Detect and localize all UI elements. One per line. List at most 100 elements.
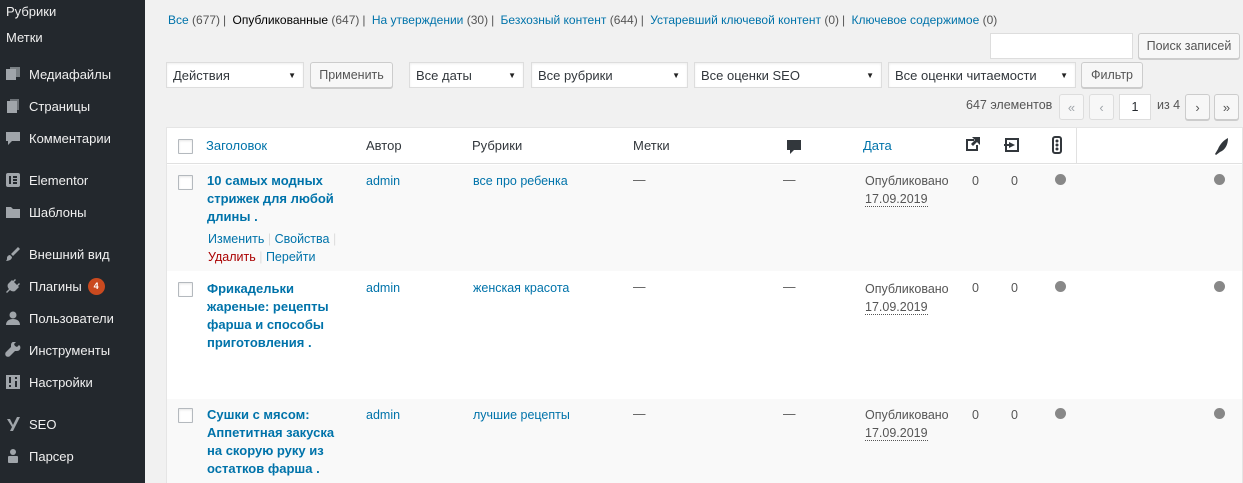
menu-pages[interactable]: Страницы: [4, 94, 145, 118]
post-title-link[interactable]: 10 самых модных стрижек для любой длины …: [207, 172, 337, 226]
menu-label: Пользователи: [29, 310, 114, 326]
menu-label: Плагины: [29, 278, 82, 294]
seo-filter-select[interactable]: Все оценки SEO ▼: [694, 62, 882, 88]
quick-edit-link[interactable]: Свойства: [275, 232, 330, 246]
submenu-categories[interactable]: Рубрики: [6, 4, 56, 19]
elementor-icon: [4, 171, 22, 189]
items-count: 647 элементов: [966, 98, 1053, 112]
seo-score-dot: [1055, 408, 1066, 419]
date-filter-select[interactable]: Все даты ▼: [409, 62, 524, 88]
dropdown-arrow-icon: ▼: [866, 71, 874, 80]
users-icon: [4, 309, 22, 327]
post-author-link[interactable]: admin: [366, 408, 400, 422]
menu-comments[interactable]: Комментарии: [4, 126, 145, 150]
post-tags: —: [633, 407, 646, 421]
comments-column-icon[interactable]: [784, 137, 804, 160]
total-pages: из 4: [1157, 98, 1181, 112]
row-checkbox[interactable]: [178, 175, 193, 190]
table-row: 10 самых модных стрижек для любой длины …: [167, 165, 1242, 271]
status-pending-count: (30): [466, 13, 489, 27]
select-value: Все даты: [416, 67, 472, 83]
menu-settings[interactable]: Настройки: [4, 370, 145, 394]
status-all-count: (677): [192, 13, 221, 27]
links-in-count: 0: [1011, 174, 1018, 188]
menu-templates[interactable]: Шаблоны: [4, 200, 145, 224]
links-in-count: 0: [1011, 281, 1018, 295]
dropdown-arrow-icon: ▼: [288, 71, 296, 80]
post-title-link[interactable]: Сушки с мясом: Аппетитная закуска на ско…: [207, 406, 337, 478]
readability-icon: [1211, 136, 1231, 159]
seo-score-dot: [1055, 281, 1066, 292]
menu-users[interactable]: Пользователи: [4, 306, 145, 330]
menu-media[interactable]: Медиафайлы: [4, 62, 145, 86]
status-orphan-link[interactable]: Безхозный контент: [501, 13, 607, 27]
menu-appearance[interactable]: Внешний вид: [4, 242, 145, 266]
status-stale-link[interactable]: Устаревший ключевой контент: [650, 13, 821, 27]
row-checkbox[interactable]: [178, 282, 193, 297]
status-published-link[interactable]: Опубликованные: [233, 13, 329, 27]
status-filter-links: Все (677) | Опубликованные (647) | На утве…: [168, 13, 998, 27]
menu-label: SEO: [29, 416, 57, 432]
select-value: Действия: [173, 67, 230, 83]
status-pending-link[interactable]: На утверждении: [372, 13, 464, 27]
menu-label: Инструменты: [29, 342, 111, 358]
column-date[interactable]: Дата: [863, 138, 892, 153]
update-count-badge: 4: [87, 277, 105, 295]
post-date: Опубликовано 17.09.2019: [865, 172, 949, 208]
media-icon: [4, 65, 22, 83]
menu-parser[interactable]: Парсер: [4, 444, 145, 468]
readability-filter-select[interactable]: Все оценки читаемости ▼: [888, 62, 1076, 88]
menu-label: Комментарии: [29, 130, 111, 146]
links-out-count: 0: [972, 174, 979, 188]
post-category-link[interactable]: все про ребенка: [473, 174, 568, 188]
seo-score-dot: [1055, 174, 1066, 185]
dropdown-arrow-icon: ▼: [1060, 71, 1068, 80]
status-cornerstone-link[interactable]: Ключевое содержимое: [851, 13, 979, 27]
menu-elementor[interactable]: Elementor: [4, 168, 145, 192]
row-checkbox[interactable]: [178, 408, 193, 423]
parser-icon: [4, 447, 22, 465]
table-header: Заголовок Автор Рубрики Метки Дата: [167, 128, 1242, 164]
column-title[interactable]: Заголовок: [206, 138, 267, 153]
readability-score-dot: [1214, 174, 1225, 185]
post-title-link[interactable]: Фрикадельки жареные: рецепты фарша и спо…: [207, 280, 337, 352]
post-category-link[interactable]: лучшие рецепты: [473, 408, 570, 422]
post-comments: —: [783, 407, 796, 421]
post-author-link[interactable]: admin: [366, 281, 400, 295]
search-input[interactable]: [990, 33, 1133, 59]
pages-icon: [4, 97, 22, 115]
outgoing-links-icon: [962, 135, 982, 158]
bulk-action-select[interactable]: Действия ▼: [166, 62, 304, 88]
menu-tools[interactable]: Инструменты: [4, 338, 145, 362]
current-page-input[interactable]: 1: [1119, 94, 1151, 120]
comments-icon: [4, 129, 22, 147]
post-date: Опубликовано 17.09.2019: [865, 406, 949, 442]
dropdown-arrow-icon: ▼: [508, 71, 516, 80]
post-category-link[interactable]: женская красота: [473, 281, 569, 295]
menu-label: Настройки: [29, 374, 93, 390]
post-tags: —: [633, 280, 646, 294]
view-link[interactable]: Перейти: [266, 250, 316, 264]
filter-button[interactable]: Фильтр: [1081, 62, 1143, 88]
category-filter-select[interactable]: Все рубрики ▼: [531, 62, 688, 88]
select-value: Все оценки читаемости: [895, 67, 1037, 83]
menu-plugins[interactable]: Плагины 4: [4, 274, 145, 298]
post-status: Опубликовано: [865, 408, 949, 422]
status-all-link[interactable]: Все: [168, 13, 189, 27]
readability-score-dot: [1214, 408, 1225, 419]
submenu-tags[interactable]: Метки: [6, 30, 43, 45]
last-page-button[interactable]: »: [1214, 94, 1239, 120]
status-cornerstone-count: (0): [982, 13, 998, 27]
next-page-button[interactable]: ›: [1185, 94, 1210, 120]
apply-button[interactable]: Применить: [310, 62, 393, 88]
menu-seo[interactable]: SEO: [4, 412, 145, 436]
select-all-checkbox[interactable]: [178, 139, 193, 154]
post-author-link[interactable]: admin: [366, 174, 400, 188]
trash-link[interactable]: Удалить: [208, 250, 256, 264]
links-in-count: 0: [1011, 408, 1018, 422]
menu-label: Шаблоны: [29, 204, 87, 220]
edit-link[interactable]: Изменить: [208, 232, 264, 246]
seo-score-icon: [1047, 135, 1067, 158]
search-button[interactable]: Поиск записей: [1138, 33, 1240, 59]
plugins-icon: [4, 277, 22, 295]
